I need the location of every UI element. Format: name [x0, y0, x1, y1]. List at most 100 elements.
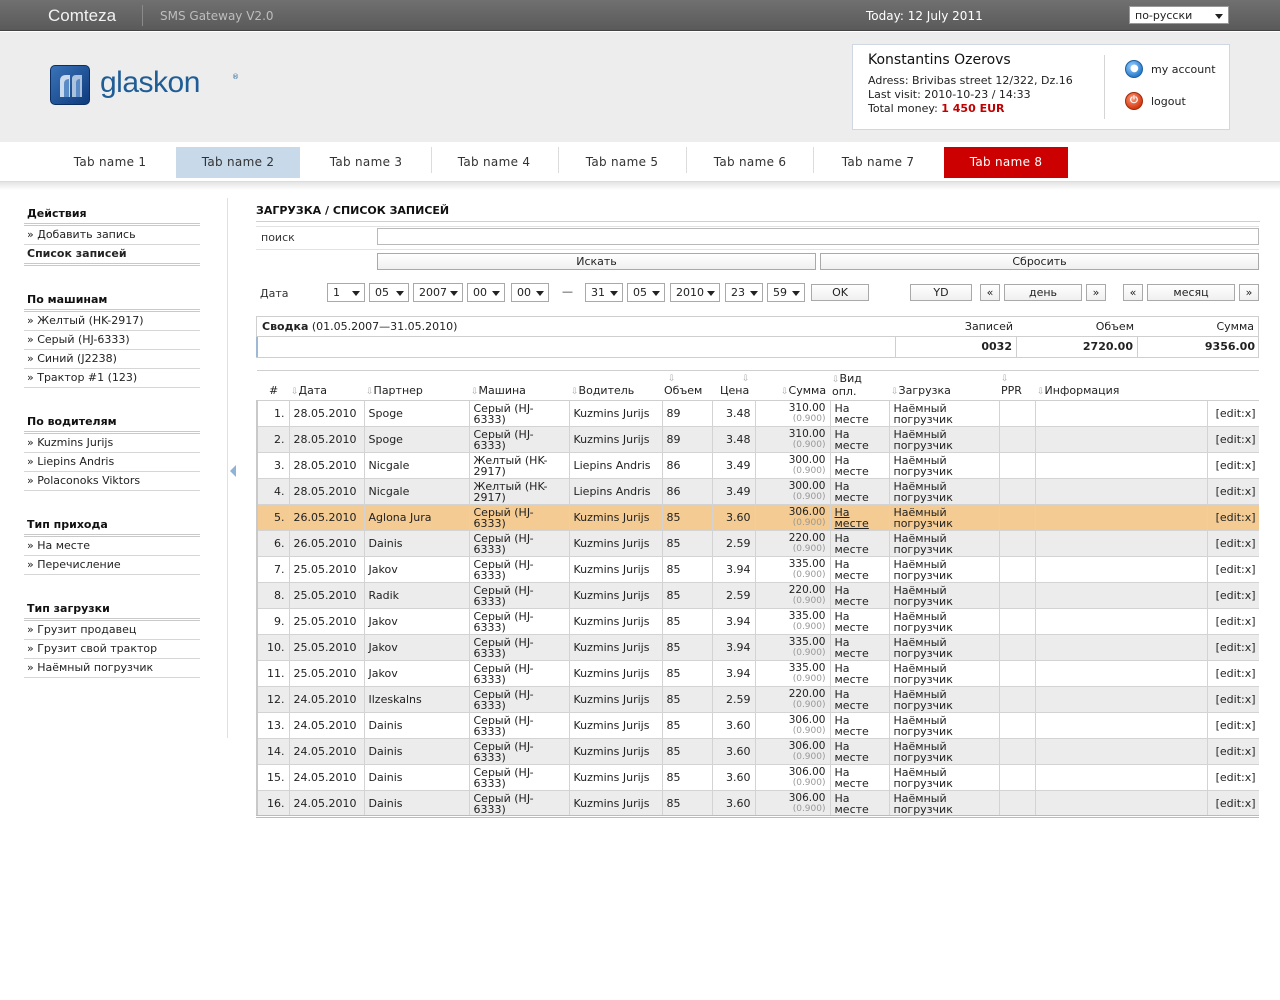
to-day-select[interactable]: 31	[585, 283, 623, 302]
next-month-button[interactable]: »	[1239, 284, 1259, 301]
column-header-ppr[interactable]: ⇩ PPR	[999, 370, 1035, 401]
table-row[interactable]: 12. 24.05.2010 Ilzeskalns Серый (HJ-6333) Ku…	[256, 686, 1259, 713]
sidebar-item-driver[interactable]: » Kuzmins Jurijs	[24, 434, 200, 453]
table-row[interactable]: 2. 28.05.2010 Spoge Серый (HJ-6333) Kuzmins …	[256, 426, 1259, 453]
collapse-sidebar-icon[interactable]	[230, 465, 236, 477]
row-edit-action[interactable]: [edit:x]	[1206, 504, 1259, 531]
row-edit-action[interactable]: [edit:x]	[1206, 660, 1259, 687]
tab-3[interactable]: Tab name 3	[304, 147, 428, 178]
sidebar-group-drivers: По водителям » Kuzmins Jurijs » Liepins …	[24, 413, 200, 491]
tab-1[interactable]: Tab name 1	[48, 147, 172, 178]
to-minute-select[interactable]: 59	[767, 283, 805, 302]
row-edit-action[interactable]: [edit:x]	[1206, 556, 1259, 583]
sidebar-item-loading[interactable]: » Наёмный погрузчик	[24, 659, 200, 678]
tab-2[interactable]: Tab name 2	[176, 147, 300, 178]
sidebar-item-car[interactable]: » Серый (HJ-6333)	[24, 331, 200, 350]
sidebar-item-income[interactable]: » Перечисление	[24, 556, 200, 575]
sidebar-item-car[interactable]: » Трактор #1 (123)	[24, 369, 200, 388]
sidebar-item-driver[interactable]: » Polaconoks Viktors	[24, 472, 200, 491]
table-row[interactable]: 11. 25.05.2010 Jakov Серый (HJ-6333) Kuzmins…	[256, 660, 1259, 687]
search-button[interactable]: Искать	[377, 253, 816, 270]
row-edit-action[interactable]: [edit:x]	[1206, 712, 1259, 739]
row-number: 13.	[256, 712, 289, 739]
from-minute-select[interactable]: 00	[511, 283, 549, 302]
from-year-select[interactable]: 2007	[413, 283, 463, 302]
row-edit-action[interactable]: [edit:x]	[1206, 634, 1259, 661]
sidebar-item-record-list[interactable]: Список записей	[24, 245, 200, 266]
table-row[interactable]: 10. 25.05.2010 Jakov Серый (HJ-6333) Kuzmins…	[256, 634, 1259, 661]
prev-day-button[interactable]: «	[980, 284, 1000, 301]
row-number: 12.	[256, 686, 289, 713]
table-row[interactable]: 7. 25.05.2010 Jakov Серый (HJ-6333) Kuzmins …	[256, 556, 1259, 583]
row-edit-action[interactable]: [edit:x]	[1206, 764, 1259, 791]
sidebar-item-car[interactable]: » Синий (J2238)	[24, 350, 200, 369]
my-account-link[interactable]: ● my account	[1125, 60, 1216, 78]
row-edit-action[interactable]: [edit:x]	[1206, 582, 1259, 609]
row-edit-action[interactable]: [edit:x]	[1206, 608, 1259, 635]
table-row[interactable]: 13. 24.05.2010 Dainis Серый (HJ-6333) Kuzmin…	[256, 712, 1259, 739]
sum-rate: (0.900)	[792, 569, 826, 580]
sidebar-item-add-record[interactable]: » Добавить запись	[24, 226, 200, 245]
column-header-driver[interactable]: ⇩Водитель	[569, 370, 662, 401]
sidebar-item-car[interactable]: » Желтый (HK-2917)	[24, 312, 200, 331]
search-input[interactable]	[377, 228, 1259, 245]
sidebar-item-loading[interactable]: » Грузит свой трактор	[24, 640, 200, 659]
row-partner: Nicgale	[363, 478, 469, 505]
column-header-price[interactable]: ⇩ Цена	[712, 370, 755, 401]
tab-7[interactable]: Tab name 7	[816, 147, 940, 178]
row-edit-action[interactable]: [edit:x]	[1206, 530, 1259, 557]
sidebar-item-income[interactable]: » На месте	[24, 537, 200, 556]
logo[interactable]: glaskon ®	[50, 65, 240, 107]
from-month-select[interactable]: 05	[369, 283, 409, 302]
tab-4[interactable]: Tab name 4	[432, 147, 556, 178]
language-select[interactable]: по-русски	[1129, 6, 1229, 24]
table-row[interactable]: 1. 28.05.2010 Spoge Серый (HJ-6333) Kuzmins …	[256, 400, 1259, 427]
month-button[interactable]: месяц	[1147, 284, 1235, 301]
column-header-sum[interactable]: ⇩Сумма	[755, 370, 830, 401]
to-month-select[interactable]: 05	[627, 283, 665, 302]
column-header-partner[interactable]: ⇩Партнер	[364, 370, 469, 401]
table-row[interactable]: 3. 28.05.2010 Nicgale Желтый (HK-2917) Liepi…	[256, 452, 1259, 479]
row-partner: Radik	[363, 582, 469, 609]
table-row[interactable]: 15. 24.05.2010 Dainis Серый (HJ-6333) Kuzmin…	[256, 764, 1259, 791]
table-row[interactable]: 8. 25.05.2010 Radik Серый (HJ-6333) Kuzmins …	[256, 582, 1259, 609]
tab-5[interactable]: Tab name 5	[560, 147, 684, 178]
from-hour-select[interactable]: 00	[467, 283, 505, 302]
row-edit-action[interactable]: [edit:x]	[1206, 452, 1259, 479]
row-edit-action[interactable]: [edit:x]	[1206, 478, 1259, 505]
row-date: 25.05.2010	[288, 660, 364, 687]
to-hour-select[interactable]: 23	[725, 283, 763, 302]
row-car: Серый (HJ-6333)	[468, 790, 569, 815]
prev-month-button[interactable]: «	[1123, 284, 1143, 301]
column-header-info[interactable]: ⇩Информация	[1035, 370, 1259, 401]
ok-button[interactable]: OK	[811, 284, 869, 301]
day-button[interactable]: день	[1004, 284, 1082, 301]
table-row[interactable]: 6. 26.05.2010 Dainis Серый (HJ-6333) Kuzmins…	[256, 530, 1259, 557]
sidebar-item-driver[interactable]: » Liepins Andris	[24, 453, 200, 472]
row-edit-action[interactable]: [edit:x]	[1206, 738, 1259, 765]
row-edit-action[interactable]: [edit:x]	[1206, 400, 1259, 427]
logout-link[interactable]: ⏻ logout	[1125, 92, 1186, 110]
from-day-select[interactable]: 1	[327, 283, 365, 302]
table-row[interactable]: 5. 26.05.2010 Aglona Jura Серый (HJ-6333) Ku…	[256, 504, 1259, 531]
row-edit-action[interactable]: [edit:x]	[1206, 686, 1259, 713]
yd-button[interactable]: YD	[910, 284, 972, 301]
column-header-car[interactable]: ⇩Машина	[469, 370, 569, 401]
table-row[interactable]: 16. 24.05.2010 Dainis Серый (HJ-6333) Kuzmin…	[256, 790, 1259, 815]
table-row[interactable]: 14. 24.05.2010 Dainis Серый (HJ-6333) Kuzmin…	[256, 738, 1259, 765]
column-header-payment[interactable]: ⇩Вид опл.	[830, 370, 889, 401]
row-price: 3.48	[711, 426, 755, 453]
row-edit-action[interactable]: [edit:x]	[1206, 790, 1259, 815]
to-year-select[interactable]: 2010	[670, 283, 720, 302]
sidebar-item-loading[interactable]: » Грузит продавец	[24, 621, 200, 640]
table-row[interactable]: 9. 25.05.2010 Jakov Серый (HJ-6333) Kuzmins …	[256, 608, 1259, 635]
table-row[interactable]: 4. 28.05.2010 Nicgale Желтый (HK-2917) Liepi…	[256, 478, 1259, 505]
column-header-loading[interactable]: ⇩Загрузка	[889, 370, 999, 401]
next-day-button[interactable]: »	[1086, 284, 1106, 301]
row-edit-action[interactable]: [edit:x]	[1206, 426, 1259, 453]
tab-6[interactable]: Tab name 6	[688, 147, 812, 178]
reset-button[interactable]: Сбросить	[820, 253, 1259, 270]
column-header-date[interactable]: ⇩Дата	[289, 370, 364, 401]
column-header-volume[interactable]: ⇩ Объем	[662, 370, 712, 401]
tab-8[interactable]: Tab name 8	[944, 147, 1068, 178]
